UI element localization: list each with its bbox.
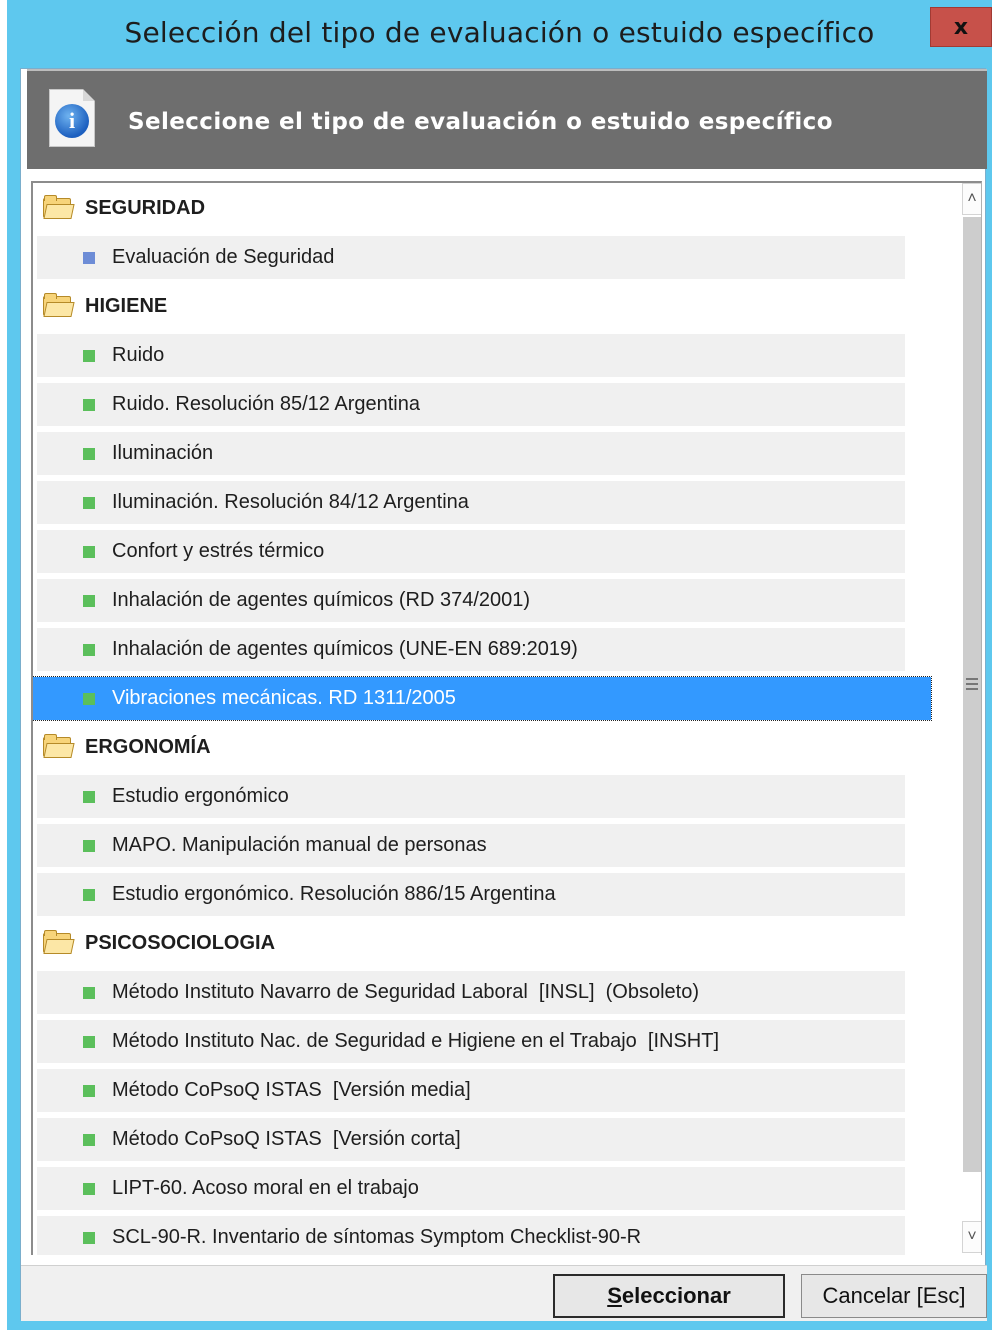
close-button[interactable]: x: [930, 7, 992, 47]
green-square-icon: [83, 594, 95, 607]
folder-icon: [43, 292, 75, 318]
scroll-thumb[interactable]: [963, 217, 981, 1172]
green-square-icon: [83, 496, 95, 509]
select-mnemonic: S: [607, 1283, 622, 1308]
list-item[interactable]: Ruido: [37, 334, 905, 377]
row-label: Ruido: [112, 344, 165, 366]
list-item[interactable]: Iluminación. Resolución 84/12 Argentina: [37, 481, 905, 524]
close-icon: x: [953, 14, 969, 40]
row-label: ERGONOMÍA: [85, 736, 211, 758]
green-square-icon: [83, 349, 95, 362]
row-label: Método CoPsoQ ISTAS [Versión corta]: [112, 1128, 461, 1150]
row-label: HIGIENE: [85, 295, 168, 317]
green-square-icon: [83, 790, 95, 803]
row-label: SEGURIDAD: [85, 197, 206, 219]
scroll-down-button[interactable]: ˅: [962, 1221, 981, 1253]
window-title: Selección del tipo de evaluación o estui…: [124, 16, 875, 49]
category-header[interactable]: ERGONOMÍA: [39, 726, 905, 769]
list-item[interactable]: Evaluación de Seguridad: [37, 236, 905, 279]
row-label: Método Instituto Navarro de Seguridad La…: [112, 981, 699, 1003]
row-label: MAPO. Manipulación manual de personas: [112, 834, 487, 856]
grip-icon: [966, 678, 978, 690]
green-square-icon: [83, 839, 95, 852]
list-item[interactable]: Inhalación de agentes químicos (UNE-EN 6…: [37, 628, 905, 671]
info-header: i Seleccione el tipo de evaluación o est…: [27, 69, 987, 169]
category-header[interactable]: PSICOSOCIOLOGIA: [39, 922, 905, 965]
list-item[interactable]: MAPO. Manipulación manual de personas: [37, 824, 905, 867]
category-header[interactable]: SEGURIDAD: [39, 187, 905, 230]
list-item[interactable]: Método Instituto Nac. de Seguridad e Hig…: [37, 1020, 905, 1063]
row-label: Vibraciones mecánicas. RD 1311/2005: [112, 687, 456, 709]
green-square-icon: [83, 545, 95, 558]
row-label: Inhalación de agentes químicos (UNE-EN 6…: [112, 638, 578, 660]
select-button[interactable]: Seleccionar: [553, 1274, 785, 1318]
blue-square-icon: [83, 251, 95, 264]
folder-icon: [43, 194, 75, 220]
list-item[interactable]: Iluminación: [37, 432, 905, 475]
green-square-icon: [83, 1133, 95, 1146]
list-item[interactable]: Método Instituto Navarro de Seguridad La…: [37, 971, 905, 1014]
chevron-up-icon: ˄: [967, 190, 977, 207]
cancel-button[interactable]: Cancelar [Esc]: [801, 1274, 987, 1318]
list-item[interactable]: Inhalación de agentes químicos (RD 374/2…: [37, 579, 905, 622]
list-item[interactable]: SCL-90-R. Inventario de síntomas Symptom…: [37, 1216, 905, 1255]
list-item-selected[interactable]: Vibraciones mecánicas. RD 1311/2005: [33, 676, 932, 721]
row-label: Estudio ergonómico: [112, 785, 289, 807]
green-square-icon: [83, 1035, 95, 1048]
row-label: Método CoPsoQ ISTAS [Versión media]: [112, 1079, 471, 1101]
list-item[interactable]: LIPT-60. Acoso moral en el trabajo: [37, 1167, 905, 1210]
chevron-down-icon: ˅: [967, 1228, 977, 1245]
green-square-icon: [83, 692, 95, 705]
category-header[interactable]: HIGIENE: [39, 285, 905, 328]
row-label: Iluminación: [112, 442, 214, 464]
green-square-icon: [83, 1084, 95, 1097]
list-item[interactable]: Estudio ergonómico: [37, 775, 905, 818]
list-item[interactable]: Método CoPsoQ ISTAS [Versión corta]: [37, 1118, 905, 1161]
row-label: Método Instituto Nac. de Seguridad e Hig…: [112, 1030, 720, 1052]
list-item[interactable]: Método CoPsoQ ISTAS [Versión media]: [37, 1069, 905, 1112]
green-square-icon: [83, 888, 95, 901]
evaluation-type-list[interactable]: SEGURIDAD Evaluación de Seguridad HIGIENE R…: [31, 181, 982, 1255]
row-label: Estudio ergonómico. Resolución 886/15 Ar…: [112, 883, 556, 905]
info-icon: i: [49, 89, 95, 147]
row-label: SCL-90-R. Inventario de síntomas Symptom…: [112, 1226, 642, 1248]
list-item[interactable]: Confort y estrés térmico: [37, 530, 905, 573]
green-square-icon: [83, 643, 95, 656]
row-label: Confort y estrés térmico: [112, 540, 325, 562]
button-bar: Seleccionar Cancelar [Esc]: [21, 1265, 987, 1321]
green-square-icon: [83, 447, 95, 460]
dialog-client-area: i Seleccione el tipo de evaluación o est…: [20, 68, 987, 1321]
list-item[interactable]: Estudio ergonómico. Resolución 886/15 Ar…: [37, 873, 905, 916]
green-square-icon: [83, 986, 95, 999]
select-label: eleccionar: [621, 1283, 731, 1308]
header-instruction: Seleccione el tipo de evaluación o estui…: [128, 109, 833, 135]
green-square-icon: [83, 398, 95, 411]
green-square-icon: [83, 1182, 95, 1195]
row-label: Evaluación de Seguridad: [112, 246, 335, 268]
folder-icon: [43, 929, 75, 955]
row-label: PSICOSOCIOLOGIA: [85, 932, 276, 954]
list-item[interactable]: Ruido. Resolución 85/12 Argentina: [37, 383, 905, 426]
title-bar[interactable]: Selección del tipo de evaluación o estui…: [7, 0, 992, 68]
row-label: Inhalación de agentes químicos (RD 374/2…: [112, 589, 531, 611]
scroll-up-button[interactable]: ˄: [962, 183, 981, 215]
folder-icon: [43, 733, 75, 759]
row-label: LIPT-60. Acoso moral en el trabajo: [112, 1177, 419, 1199]
row-label: Ruido. Resolución 85/12 Argentina: [112, 393, 420, 415]
green-square-icon: [83, 1231, 95, 1244]
row-label: Iluminación. Resolución 84/12 Argentina: [112, 491, 469, 513]
dialog-window: Selección del tipo de evaluación o estui…: [7, 0, 992, 1330]
